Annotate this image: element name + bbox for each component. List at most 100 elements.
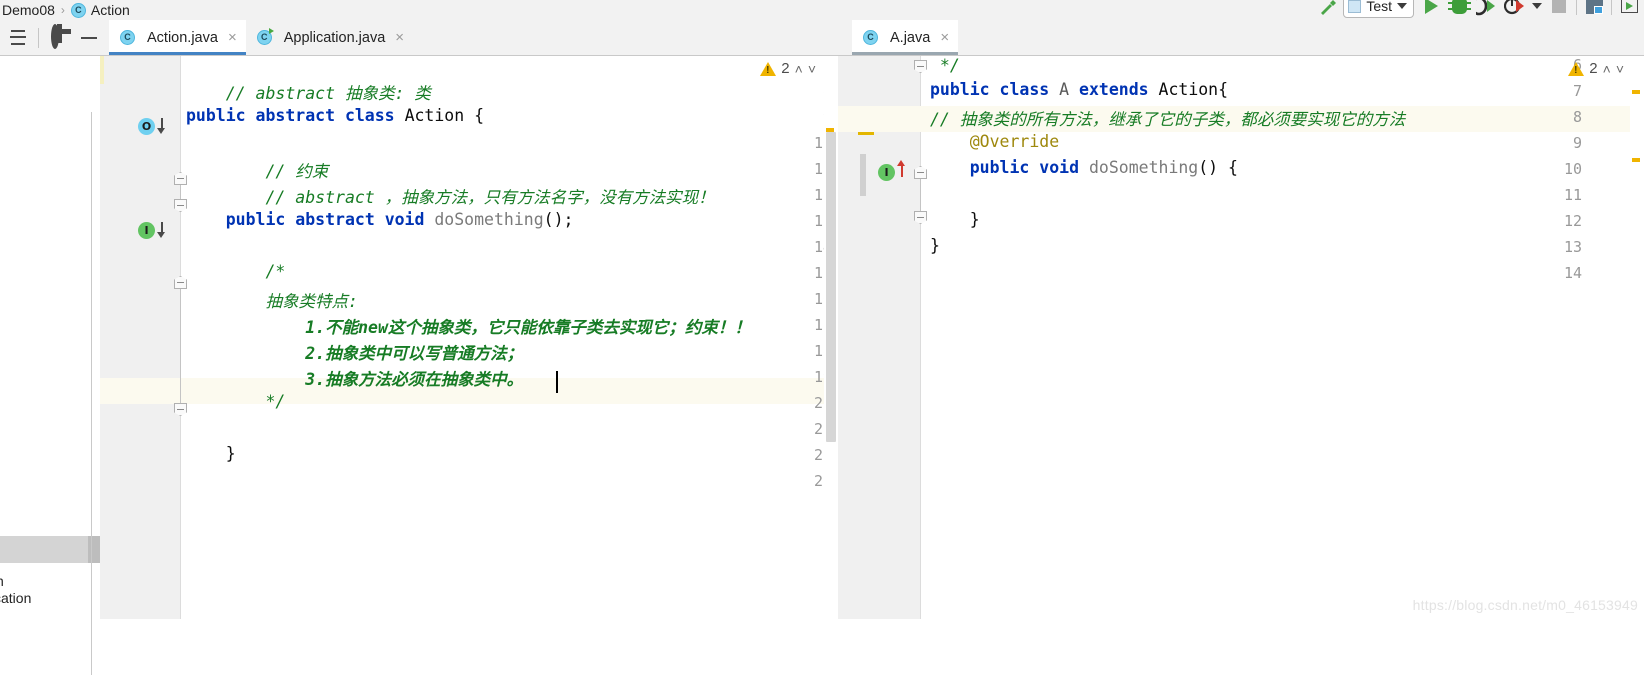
code-line-18[interactable]: 2.抽象类中可以写普通方法； xyxy=(186,340,523,364)
close-icon[interactable]: × xyxy=(395,29,404,46)
breadcrumb-project[interactable]: Demo08 xyxy=(2,2,55,18)
code-line-19[interactable]: 3.抽象方法必须在抽象类中。 xyxy=(186,366,523,390)
code-line-20[interactable]: */ xyxy=(186,392,285,411)
line-number: 14 xyxy=(772,238,832,256)
line-number: 22 xyxy=(772,446,832,464)
code-line-22[interactable]: } xyxy=(186,444,236,463)
run-anything-icon[interactable] xyxy=(1618,0,1640,17)
code-line-12[interactable]: } xyxy=(930,210,980,229)
code-line-16[interactable]: 抽象类特点: xyxy=(186,288,358,312)
code-line-13[interactable]: } xyxy=(930,236,940,255)
left-gutter[interactable] xyxy=(100,56,180,619)
right-marker-stripe[interactable] xyxy=(1630,56,1644,619)
restore-layout-icon[interactable] xyxy=(1583,0,1605,17)
tools-divider xyxy=(38,28,39,48)
watermark: https://blog.csdn.net/m0_46153949 xyxy=(1413,597,1638,613)
warning-stripe-mark-2[interactable] xyxy=(1632,158,1640,162)
line-number: 15 xyxy=(772,264,832,282)
code-line-8[interactable]: // 抽象类的所有方法，继承了它的子类，都必须要实现它的方法 xyxy=(930,106,1405,130)
line-number: 17 xyxy=(772,316,832,334)
code-line-13[interactable]: public abstract void doSomething(); xyxy=(186,210,573,229)
toolbar-divider xyxy=(1576,0,1577,15)
overridden-method-marker[interactable]: O xyxy=(138,118,155,135)
code-line-8[interactable]: // abstract 抽象类: 类 xyxy=(186,80,431,104)
tab-action-java[interactable]: C Action.java × xyxy=(109,20,246,55)
hide-icon[interactable] xyxy=(79,28,99,48)
breadcrumb-separator-icon: › xyxy=(61,3,65,17)
stop-icon[interactable] xyxy=(1548,0,1570,17)
line-number: 14 xyxy=(1542,264,1582,282)
chevron-up-icon[interactable]: ˄ xyxy=(795,61,803,77)
fold-line xyxy=(180,185,181,199)
build-hammer-icon[interactable] xyxy=(1317,0,1337,16)
debug-icon[interactable] xyxy=(1448,0,1470,17)
profiler-chevron-down-icon[interactable] xyxy=(1532,3,1542,9)
line-number: 8 xyxy=(772,82,832,100)
text-caret xyxy=(556,371,558,393)
code-line-9[interactable]: @Override xyxy=(930,132,1059,151)
right-inspection-widget[interactable]: 2 ˄ ˅ xyxy=(1568,60,1624,77)
collapse-all-icon[interactable] xyxy=(8,28,28,48)
project-panel-divider[interactable] xyxy=(91,112,92,675)
line-number: 16 xyxy=(772,290,832,308)
navigate-down-icon[interactable] xyxy=(157,118,166,135)
code-line-6[interactable]: */ xyxy=(930,56,960,75)
tab-a-java[interactable]: C A.java × xyxy=(852,20,958,55)
line-number: 13 xyxy=(772,212,832,230)
project-item-0[interactable]: n xyxy=(0,573,4,589)
line-number: 21 xyxy=(772,420,832,438)
profiler-icon[interactable] xyxy=(1504,0,1526,17)
right-editor-tabbar: C A.java × xyxy=(838,20,1644,56)
implementing-method-marker[interactable]: I xyxy=(878,164,895,181)
line-number: 12 xyxy=(772,186,832,204)
code-line-15[interactable]: /* xyxy=(186,262,285,281)
vcs-change-marker-right[interactable] xyxy=(858,132,874,135)
navigate-up-icon[interactable] xyxy=(897,160,906,177)
scrollbar-thumb[interactable] xyxy=(826,132,836,442)
warning-stripe-mark[interactable] xyxy=(1632,90,1640,94)
code-line-7[interactable]: public class A extends Action{ xyxy=(930,80,1228,99)
run-with-coverage-icon[interactable] xyxy=(1476,0,1498,17)
run-configuration-selector[interactable]: Test xyxy=(1343,0,1414,18)
code-line-11[interactable]: // 约束 xyxy=(186,158,328,182)
right-gutter-edge xyxy=(920,56,921,619)
warning-count: 2 xyxy=(781,60,789,77)
line-number: 10 xyxy=(772,134,832,152)
chevron-down-icon[interactable]: ˅ xyxy=(1616,61,1624,77)
toolbar-divider-2 xyxy=(1611,0,1612,15)
line-number: 10 xyxy=(1542,160,1582,178)
project-item-1[interactable]: cation xyxy=(0,590,31,606)
close-icon[interactable]: × xyxy=(940,29,949,46)
chevron-down-icon[interactable]: ˅ xyxy=(808,61,816,77)
project-tree-selected-row[interactable] xyxy=(0,536,88,563)
implemented-method-marker[interactable]: I xyxy=(138,222,155,239)
line-number: 11 xyxy=(772,160,832,178)
breadcrumb-class[interactable]: Action xyxy=(91,2,130,18)
line-number: 12 xyxy=(1542,212,1582,230)
fold-line xyxy=(920,179,921,211)
line-number: 13 xyxy=(1542,238,1582,256)
navigate-down-icon-2[interactable] xyxy=(157,222,166,239)
tab-label: A.java xyxy=(890,30,930,46)
code-line-10[interactable]: public void doSomething() { xyxy=(930,158,1238,177)
line-number: 9 xyxy=(1542,134,1582,152)
right-gutter[interactable] xyxy=(838,56,920,619)
line-number: 18 xyxy=(772,342,832,360)
warning-triangle-icon xyxy=(1568,62,1584,76)
code-line-17[interactable]: 1.不能new这个抽象类，它只能依靠子类去实现它；约束！！ xyxy=(186,314,751,338)
left-marker-stripe[interactable] xyxy=(824,56,838,619)
run-icon[interactable] xyxy=(1420,0,1442,17)
code-line-9[interactable]: public abstract class Action { xyxy=(186,106,484,125)
code-line-12[interactable]: // abstract ，抽象方法，只有方法名字，没有方法实现！ xyxy=(186,184,715,208)
warning-count: 2 xyxy=(1589,60,1597,77)
java-class-icon: C xyxy=(863,30,878,45)
editor-tools-group xyxy=(0,20,109,55)
settings-gear-icon[interactable] xyxy=(49,28,69,48)
line-number: 7 xyxy=(1542,82,1582,100)
left-inspection-widget[interactable]: 2 ˄ ˅ xyxy=(760,60,816,77)
chevron-up-icon[interactable]: ˄ xyxy=(1603,61,1611,77)
close-icon[interactable]: × xyxy=(228,29,237,46)
tab-application-java[interactable]: C Application.java × xyxy=(246,20,413,55)
project-tree-sliver: n cation xyxy=(0,112,100,675)
line-number: 8 xyxy=(1542,108,1582,126)
